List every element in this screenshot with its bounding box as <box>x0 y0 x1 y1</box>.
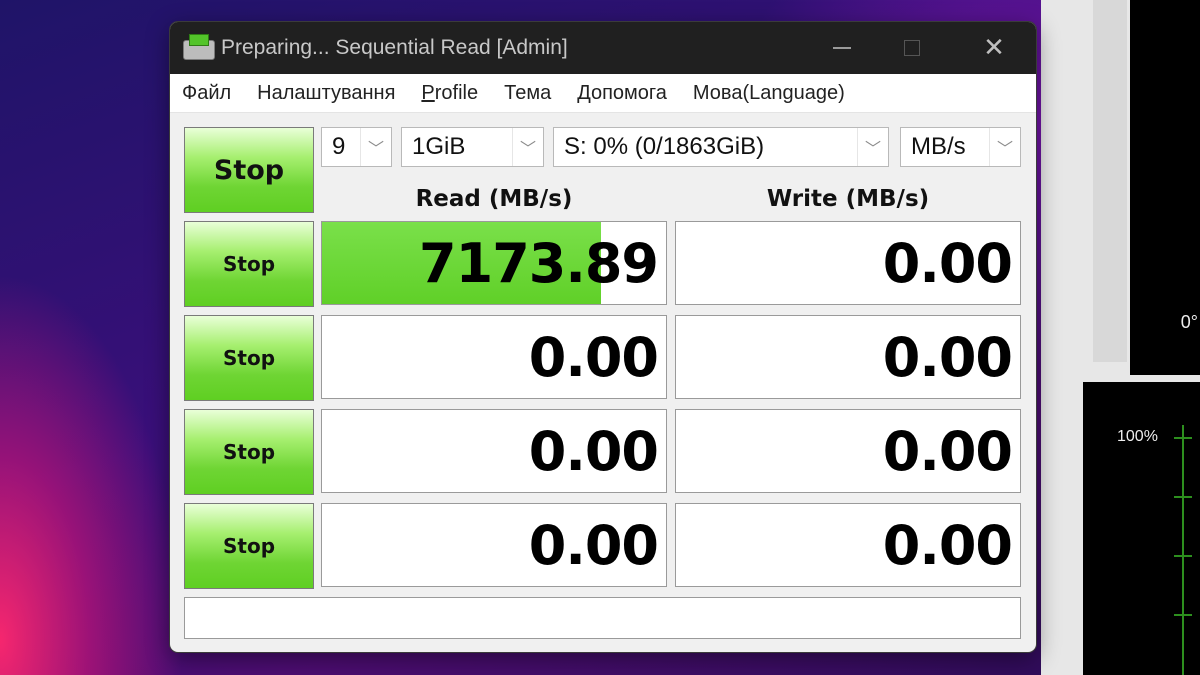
read-value-2: 0.00 <box>528 326 659 389</box>
write-value-4: 0.00 <box>882 514 1013 577</box>
stop-all-button[interactable]: Stop <box>184 127 314 213</box>
size-select[interactable]: 1GiB ﹀ <box>401 127 544 167</box>
unit-select[interactable]: MB/s ﹀ <box>900 127 1021 167</box>
write-value-1: 0.00 <box>882 232 1013 295</box>
stop-row-4-button[interactable]: Stop <box>184 503 314 589</box>
main-panel: Stop 9 ﹀ 1GiB ﹀ S: 0% (0/1863GiB) ﹀ MB/s… <box>170 23 1036 639</box>
count-select-value: 9 <box>332 133 346 160</box>
graph-tick <box>1174 437 1192 439</box>
monitor-top-label: 0° <box>1180 312 1198 332</box>
write-result-3: 0.00 <box>675 409 1021 493</box>
count-select[interactable]: 9 ﹀ <box>321 127 392 167</box>
chevron-down-icon: ﹀ <box>989 128 1020 166</box>
graph-tick <box>1174 555 1192 557</box>
stop-row-3-button[interactable]: Stop <box>184 409 314 495</box>
graph-tick <box>1174 614 1192 616</box>
chevron-down-icon: ﹀ <box>360 128 391 166</box>
read-result-2: 0.00 <box>321 315 667 399</box>
write-value-3: 0.00 <box>882 420 1013 483</box>
read-value-1: 7173.89 <box>419 232 659 295</box>
write-result-2: 0.00 <box>675 315 1021 399</box>
size-select-value: 1GiB <box>412 133 466 160</box>
chevron-down-icon: ﹀ <box>512 128 543 166</box>
write-column-header: Write (MB/s) <box>766 186 930 212</box>
monitor-bottom-label: 100% <box>1117 428 1158 445</box>
drive-select-value: S: 0% (0/1863GiB) <box>564 133 765 160</box>
stop-row-2-button[interactable]: Stop <box>184 315 314 401</box>
graph-tick <box>1174 496 1192 498</box>
read-value-4: 0.00 <box>528 514 659 577</box>
write-result-1: 0.00 <box>675 221 1021 305</box>
chevron-down-icon: ﹀ <box>857 128 888 166</box>
monitor-graph-top: 0° <box>1130 0 1200 375</box>
graph-axis <box>1182 425 1184 675</box>
stop-row-1-button[interactable]: Stop <box>184 221 314 307</box>
comment-input[interactable] <box>184 597 1021 639</box>
read-result-3: 0.00 <box>321 409 667 493</box>
read-result-1: 7173.89 <box>321 221 667 305</box>
read-column-header: Read (MB/s) <box>415 186 573 212</box>
drive-select[interactable]: S: 0% (0/1863GiB) ﹀ <box>553 127 889 167</box>
write-result-4: 0.00 <box>675 503 1021 587</box>
unit-select-value: MB/s <box>911 133 966 160</box>
read-result-4: 0.00 <box>321 503 667 587</box>
background-panel-inner <box>1093 0 1127 362</box>
write-value-2: 0.00 <box>882 326 1013 389</box>
app-window: Preparing... Sequential Read [Admin] ✕ Ф… <box>170 22 1036 652</box>
read-value-3: 0.00 <box>528 420 659 483</box>
